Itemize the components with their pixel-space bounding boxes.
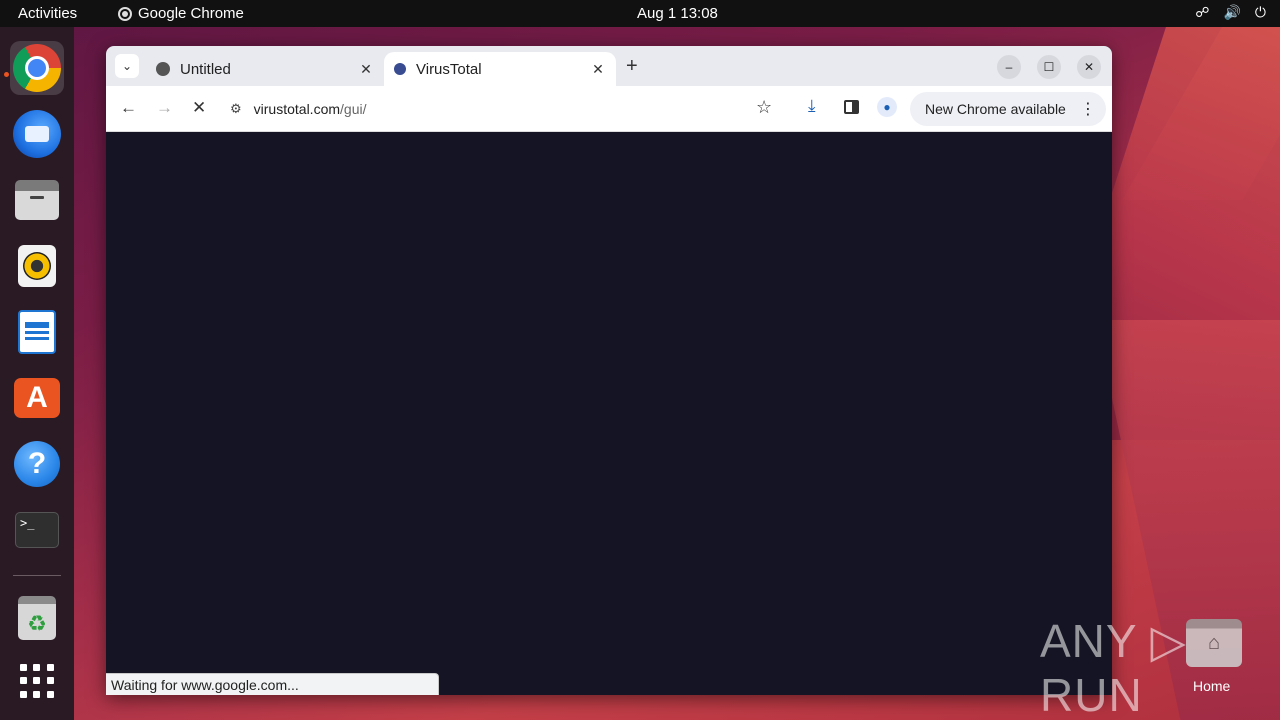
top-bar: Activities Google Chrome Aug 1 13:08 ☍ 🔊… — [0, 0, 1280, 27]
url-path: /gui/ — [340, 101, 367, 117]
more-menu-icon[interactable]: ⋮ — [1080, 99, 1096, 119]
app-menu[interactable]: Google Chrome — [118, 5, 244, 22]
clock[interactable]: Aug 1 13:08 — [637, 5, 718, 22]
dock-files[interactable] — [10, 173, 64, 227]
address-bar[interactable]: ⚙ virustotal.com/gui/ — [230, 94, 750, 124]
network-icon[interactable]: ☍ — [1195, 4, 1209, 21]
running-indicator — [4, 72, 9, 77]
virustotal-favicon-icon — [394, 63, 406, 75]
dock-rhythmbox[interactable] — [10, 239, 64, 293]
terminal-icon: >_ — [15, 512, 59, 548]
chevron-down-icon: ⌄ — [121, 59, 133, 73]
globe-icon — [156, 62, 170, 76]
page-content[interactable]: Waiting for www.google.com... — [106, 133, 1112, 695]
dock-help[interactable]: ? — [10, 437, 64, 491]
thunderbird-icon — [13, 110, 61, 158]
tab-untitled[interactable]: Untitled ✕ — [146, 52, 384, 86]
power-icon[interactable]: ⏻ — [1255, 4, 1266, 21]
writer-icon — [18, 310, 56, 354]
dock-app-center[interactable]: A — [10, 371, 64, 425]
tab-title: VirusTotal — [416, 60, 482, 78]
tab-search-button[interactable]: ⌄ — [115, 54, 139, 78]
new-chrome-available-button[interactable]: New Chrome available ⋮ — [910, 92, 1106, 126]
dock-writer[interactable] — [10, 305, 64, 359]
dock: A ? >_ ♻ — [0, 27, 74, 720]
dock-trash[interactable]: ♻ — [10, 591, 64, 645]
dock-separator — [13, 575, 61, 576]
chrome-window: ⌄ Untitled ✕ VirusTotal ✕ + – ☐ ✕ ← → ✕ … — [106, 46, 1112, 695]
dock-chrome[interactable] — [10, 41, 64, 95]
trash-icon: ♻ — [18, 596, 56, 640]
store-icon: A — [14, 378, 60, 418]
side-panel-icon[interactable] — [844, 100, 859, 114]
chrome-small-icon — [118, 6, 132, 21]
home-folder-label[interactable]: Home — [1193, 678, 1230, 694]
browser-toolbar: ← → ✕ ⚙ virustotal.com/gui/ ☆ ⤓ ● New Ch… — [106, 86, 1112, 132]
maximize-button[interactable]: ☐ — [1037, 55, 1061, 79]
tab-close-button[interactable]: ✕ — [590, 61, 606, 78]
profile-icon[interactable]: ● — [877, 97, 897, 117]
status-bubble: Waiting for www.google.com... — [106, 673, 439, 695]
url-host: virustotal.com — [253, 101, 341, 117]
tab-close-button[interactable]: ✕ — [358, 61, 374, 78]
apps-grid-icon — [20, 664, 54, 698]
tab-virustotal[interactable]: VirusTotal ✕ — [384, 52, 616, 86]
tab-strip: ⌄ Untitled ✕ VirusTotal ✕ + – ☐ ✕ — [106, 46, 1112, 86]
volume-icon[interactable]: 🔊 — [1223, 4, 1240, 21]
site-settings-icon[interactable]: ⚙ — [230, 101, 242, 117]
close-window-button[interactable]: ✕ — [1077, 55, 1101, 79]
home-folder-icon[interactable]: ⌂ — [1186, 619, 1242, 667]
chrome-icon — [13, 44, 61, 92]
anyrun-watermark: ANY ▷ RUN — [1040, 615, 1187, 720]
files-icon — [15, 180, 59, 220]
help-icon: ? — [14, 441, 60, 487]
dock-thunderbird[interactable] — [10, 107, 64, 161]
back-button[interactable]: ← — [120, 98, 137, 118]
minimize-button[interactable]: – — [997, 55, 1021, 79]
activities-button[interactable]: Activities — [18, 5, 77, 22]
tab-title: Untitled — [180, 60, 231, 78]
system-tray[interactable]: ☍ 🔊 ⏻ — [1195, 4, 1266, 21]
rhythmbox-icon — [18, 245, 56, 287]
new-tab-button[interactable]: + — [626, 55, 638, 78]
download-icon[interactable]: ⤓ — [808, 96, 816, 116]
forward-button[interactable]: → — [156, 98, 173, 118]
stop-loading-button[interactable]: ✕ — [192, 98, 206, 118]
dock-show-apps[interactable] — [10, 654, 64, 708]
dock-terminal[interactable]: >_ — [10, 503, 64, 557]
update-label: New Chrome available — [925, 101, 1066, 117]
bookmark-star-icon[interactable]: ☆ — [756, 97, 772, 118]
app-name: Google Chrome — [138, 5, 244, 22]
